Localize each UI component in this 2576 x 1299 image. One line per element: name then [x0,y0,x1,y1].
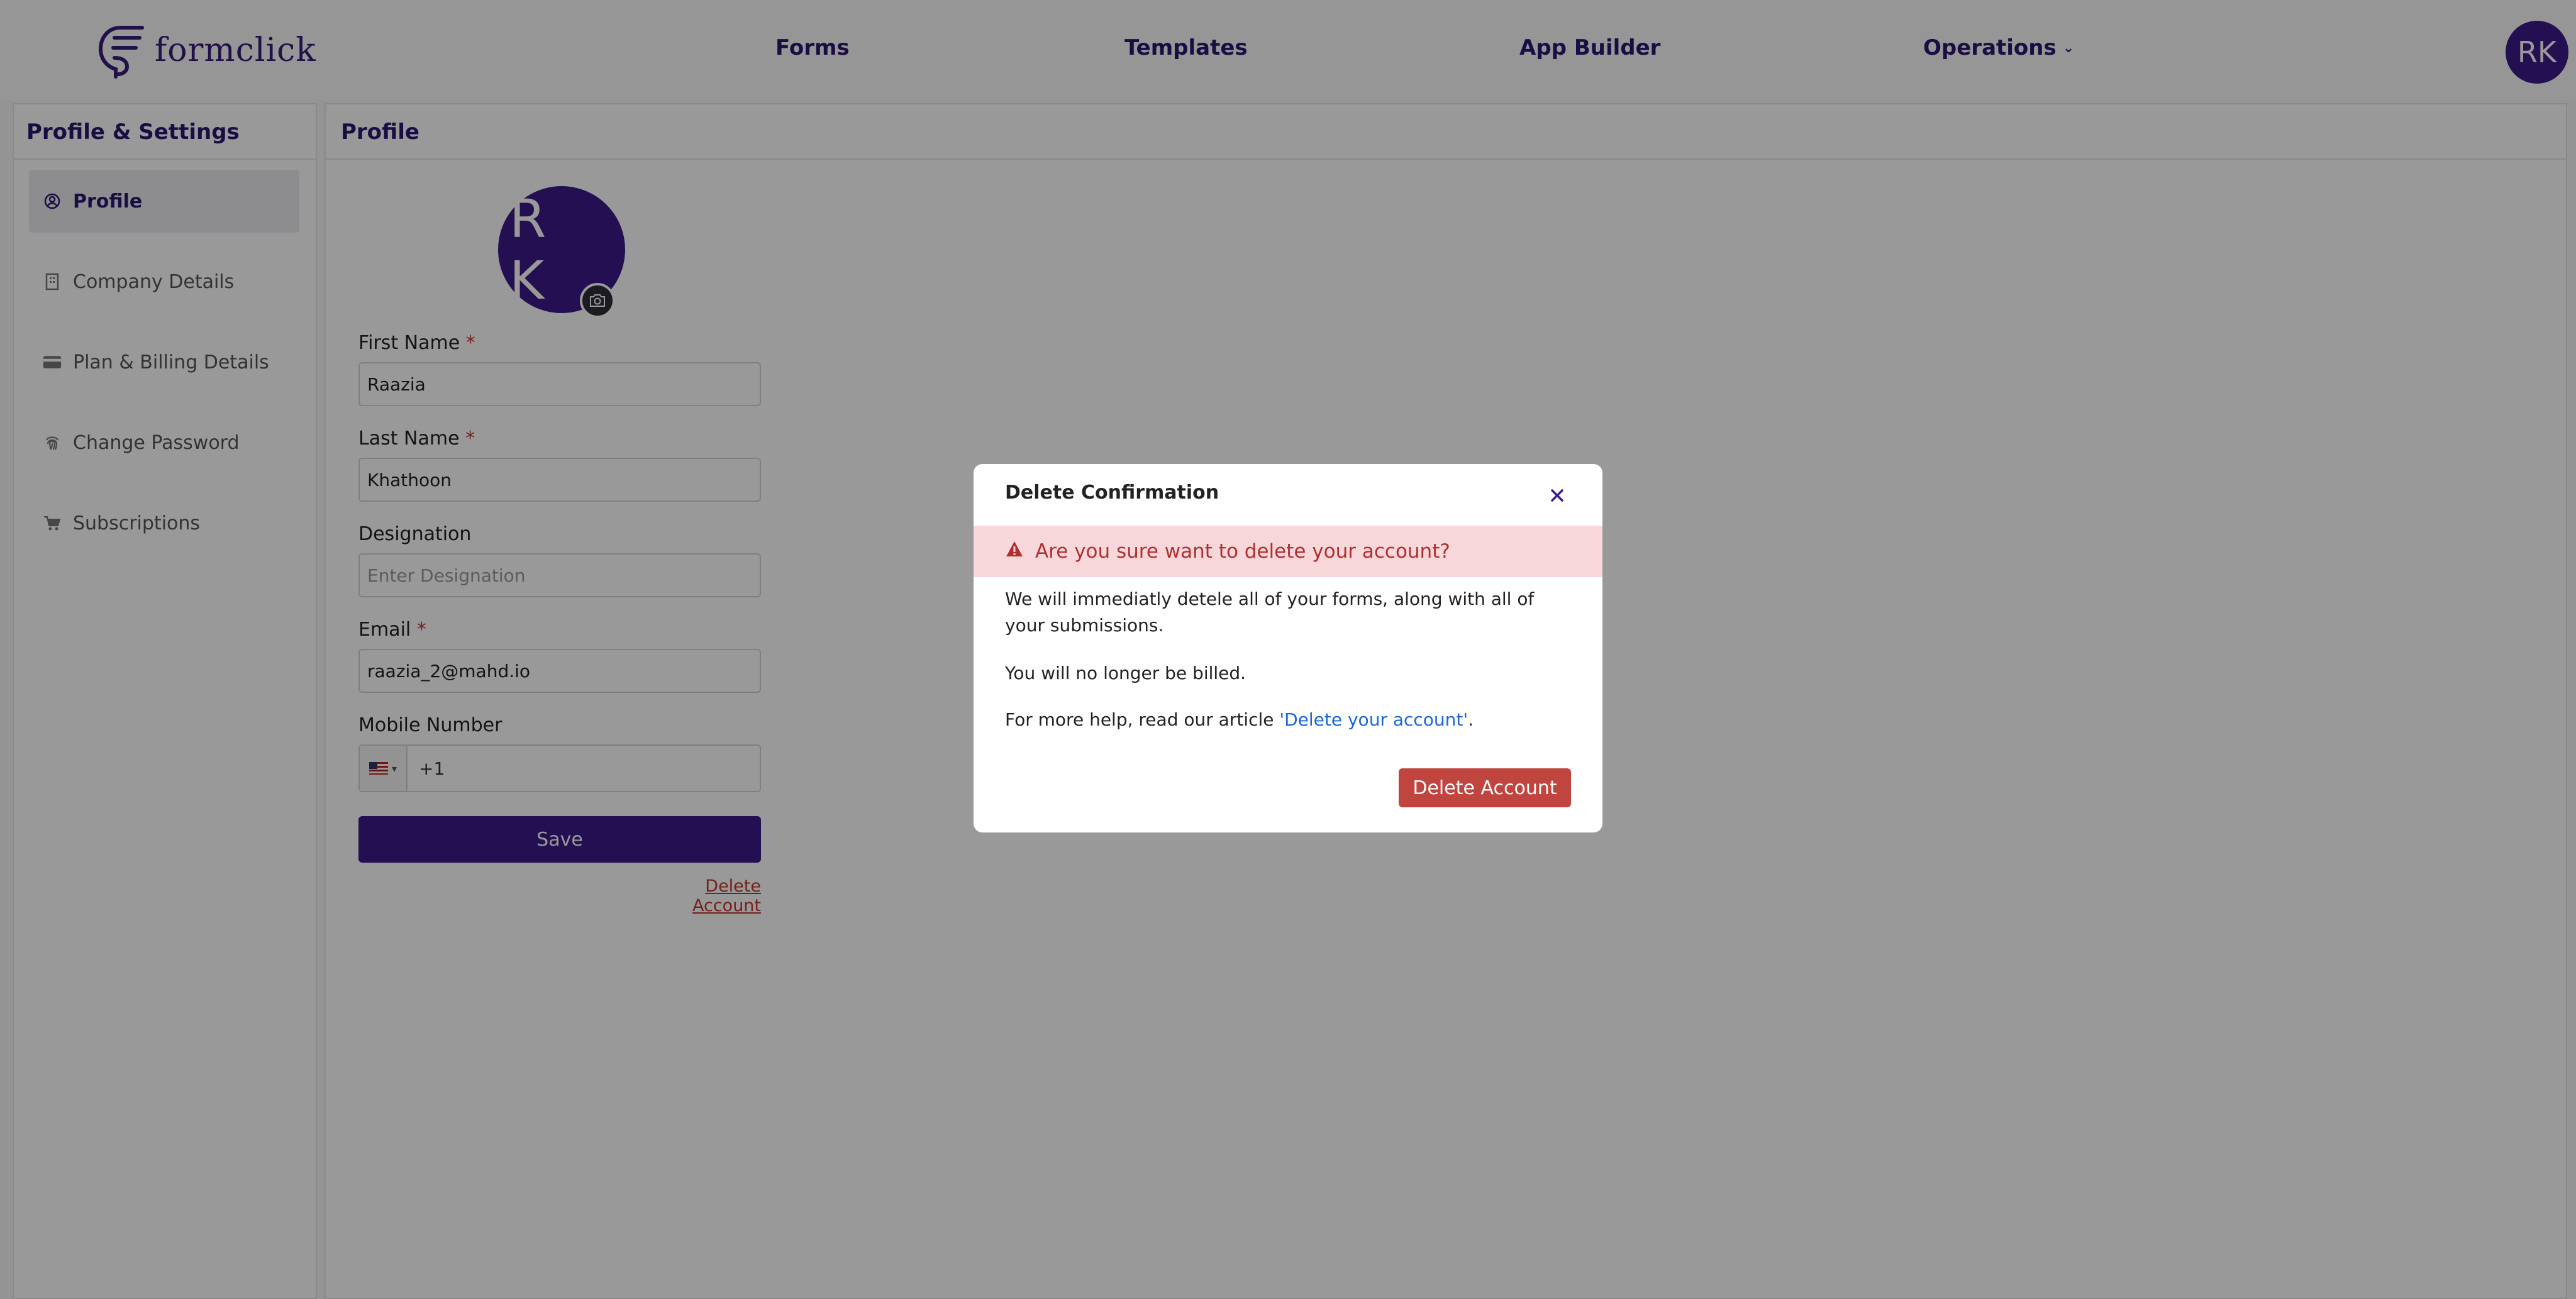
confirm-delete-button[interactable]: Delete Account [1399,768,1571,807]
modal-line-billing: You will no longer be billed. [1005,663,1246,683]
modal-line-forms: We will immediatly detele all of your fo… [1005,589,1535,636]
help-article-link[interactable]: 'Delete your account' [1279,709,1468,730]
modal-line-help: For more help, read our article 'Delete … [1005,707,1571,733]
warning-icon [1005,540,1024,563]
close-icon[interactable] [1545,483,1570,508]
modal-title: Delete Confirmation [1005,482,1219,504]
delete-confirmation-modal: Delete Confirmation Are you sure want to… [974,464,1602,832]
help-suffix: . [1468,709,1474,730]
help-prefix: For more help, read our article [1005,709,1280,730]
warning-alert: Are you sure want to delete your account… [974,526,1602,577]
alert-text: Are you sure want to delete your account… [1035,540,1450,563]
